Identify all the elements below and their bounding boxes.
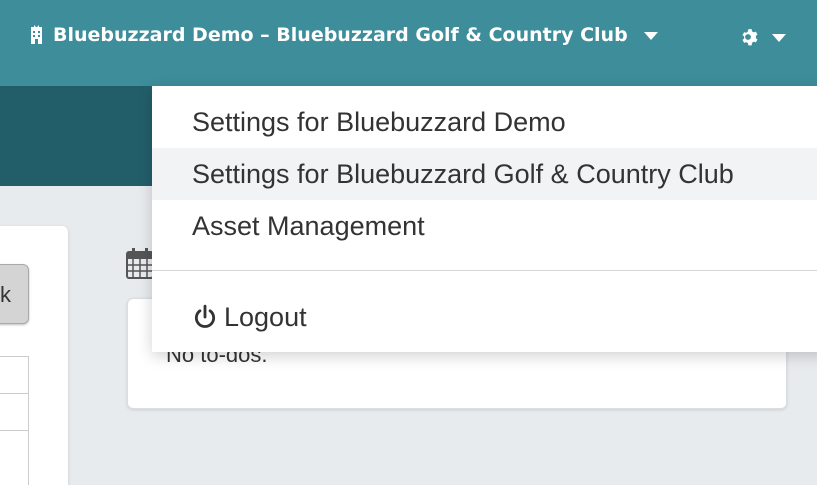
table-row [0, 356, 28, 393]
table-row [0, 430, 28, 467]
caret-down-icon [772, 34, 786, 42]
settings-menu-toggle[interactable] [740, 24, 786, 50]
menu-divider [152, 270, 817, 271]
org-switcher[interactable]: Bluebuzzard Demo – Bluebuzzard Golf & Co… [28, 24, 658, 46]
building-icon [31, 25, 42, 44]
menu-item-label: Settings for Bluebuzzard Golf & Country … [192, 159, 734, 189]
logout-button[interactable]: Logout [192, 291, 307, 343]
menu-item-label: Settings for Bluebuzzard Demo [192, 107, 566, 137]
calendar-icon [126, 248, 154, 279]
menu-item-settings-golf-club[interactable]: Settings for Bluebuzzard Golf & Country … [152, 148, 817, 200]
logout-label: Logout [224, 301, 307, 332]
menu-item-asset-management[interactable]: Asset Management [152, 200, 817, 252]
settings-dropdown-menu: Settings for Bluebuzzard Demo Settings f… [152, 86, 817, 352]
table-row [0, 393, 28, 430]
left-action-button-label: k [0, 282, 11, 307]
caret-down-icon [643, 32, 658, 40]
top-navbar: Bluebuzzard Demo – Bluebuzzard Golf & Co… [0, 0, 817, 86]
gear-icon [742, 29, 758, 46]
menu-item-settings-demo[interactable]: Settings for Bluebuzzard Demo [152, 96, 817, 148]
menu-item-label: Asset Management [192, 211, 425, 241]
left-table [0, 356, 29, 485]
power-icon [194, 304, 216, 328]
left-action-button[interactable]: k [0, 264, 29, 324]
org-name: Bluebuzzard Demo – Bluebuzzard Golf & Co… [53, 24, 628, 46]
